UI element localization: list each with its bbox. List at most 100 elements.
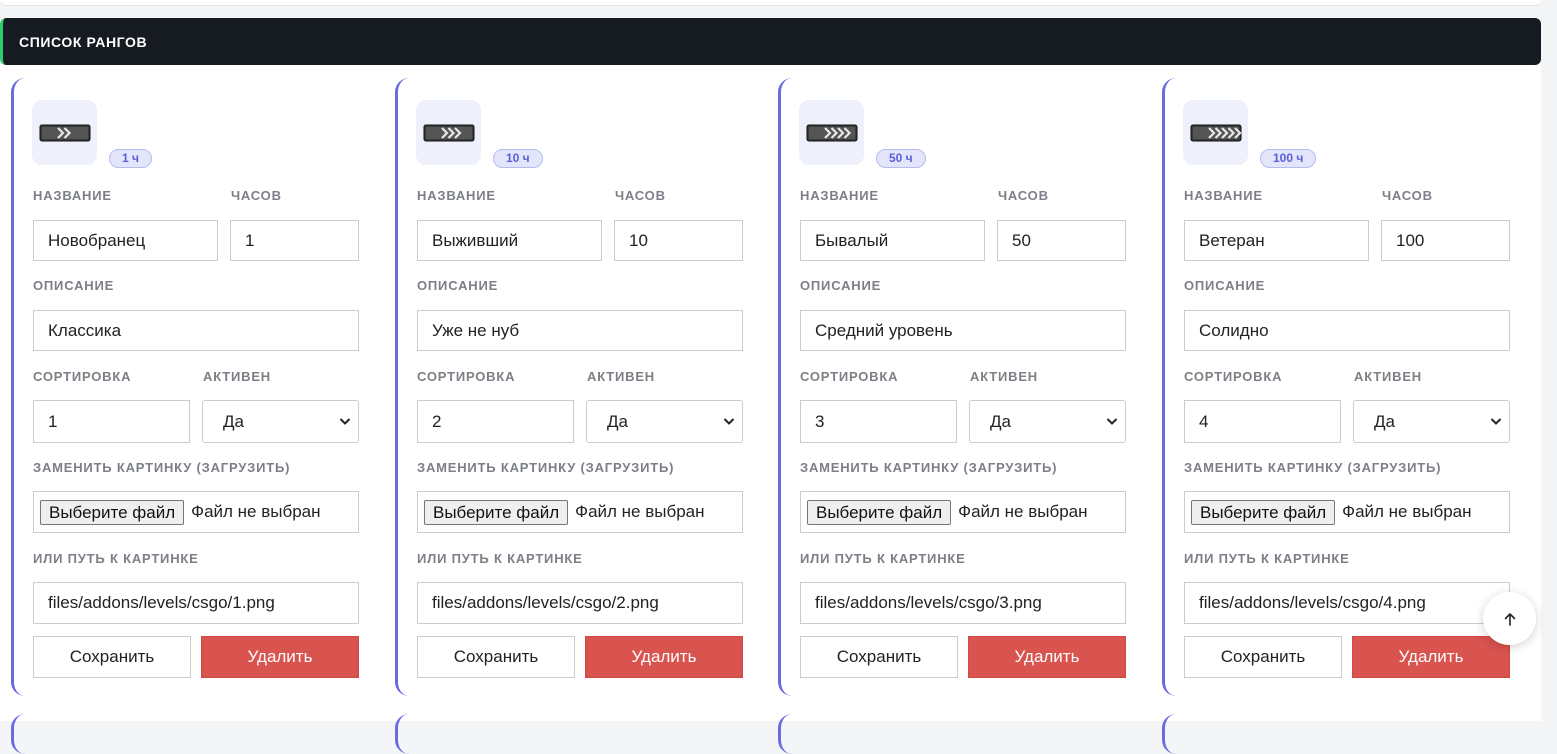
- sort-input[interactable]: 4: [1184, 400, 1341, 443]
- save-button[interactable]: Сохранить: [800, 636, 958, 678]
- image-file-input[interactable]: Выберите файл Файл не выбран: [800, 491, 1126, 533]
- sort-input[interactable]: 2: [417, 400, 574, 443]
- image-file-input[interactable]: Выберите файл Файл не выбран: [1184, 491, 1510, 533]
- choose-file-button[interactable]: Выберите файл: [424, 499, 569, 525]
- hours-input[interactable]: 50: [997, 220, 1126, 261]
- sort-input[interactable]: 3: [800, 400, 957, 443]
- rank-hours-badge: 10 ч: [493, 149, 543, 168]
- rank-hours-badge: 100 ч: [1260, 149, 1317, 168]
- rank-hours-badge: 1 ч: [109, 149, 152, 168]
- sort-input[interactable]: 1: [33, 400, 190, 443]
- choose-file-button[interactable]: Выберите файл: [1191, 499, 1336, 525]
- name-label: НАЗВАНИЕ: [1184, 188, 1263, 203]
- image-path-input[interactable]: files/addons/levels/csgo/3.png: [800, 582, 1126, 624]
- replace-image-label: ЗАМЕНИТЬ КАРТИНКУ (ЗАГРУЗИТЬ): [33, 460, 291, 475]
- save-button[interactable]: Сохранить: [1184, 636, 1342, 678]
- panel-header: СПИСОК РАНГОВ: [0, 18, 1541, 65]
- rank-3-chevrons-icon: [806, 124, 857, 141]
- name-label: НАЗВАНИЕ: [800, 188, 879, 203]
- active-select[interactable]: Да: [202, 400, 359, 443]
- no-file-text: Файл не выбран: [575, 502, 705, 521]
- name-label: НАЗВАНИЕ: [417, 188, 496, 203]
- rank-image-thumb: [416, 100, 481, 165]
- save-button[interactable]: Сохранить: [417, 636, 575, 678]
- description-input[interactable]: Классика: [33, 310, 359, 351]
- rank-card: 100 ч НАЗВАНИЕ ЧАСОВ Ветеран 100 ОПИСАНИ…: [1162, 78, 1529, 696]
- rank-image-thumb: [1183, 100, 1248, 165]
- name-input[interactable]: Бывалый: [800, 220, 985, 261]
- next-rank-card-edge: [395, 714, 762, 754]
- arrow-up-icon: [1504, 612, 1515, 626]
- description-label: ОПИСАНИЕ: [417, 278, 499, 293]
- chevron-down-icon: [723, 418, 735, 425]
- name-input[interactable]: Новобранец: [33, 220, 218, 261]
- image-path-label: ИЛИ ПУТЬ К КАРТИНКЕ: [417, 551, 583, 566]
- image-path-label: ИЛИ ПУТЬ К КАРТИНКЕ: [800, 551, 966, 566]
- image-path-input[interactable]: files/addons/levels/csgo/2.png: [417, 582, 743, 624]
- next-rank-card-edge: [1162, 714, 1529, 754]
- chevron-down-icon: [339, 418, 351, 425]
- active-select-value: Да: [223, 411, 244, 431]
- chevron-down-icon: [1490, 418, 1502, 425]
- sort-label: СОРТИРОВКА: [33, 369, 132, 384]
- top-strip: [0, 0, 1541, 6]
- description-label: ОПИСАНИЕ: [1184, 278, 1266, 293]
- chevron-down-icon: [1106, 418, 1118, 425]
- delete-button[interactable]: Удалить: [201, 636, 359, 678]
- active-select[interactable]: Да: [969, 400, 1126, 443]
- hours-label: ЧАСОВ: [615, 188, 666, 203]
- panel-title: СПИСОК РАНГОВ: [19, 33, 148, 50]
- description-input[interactable]: Солидно: [1184, 310, 1510, 351]
- name-input[interactable]: Ветеран: [1184, 220, 1369, 261]
- description-input[interactable]: Уже не нуб: [417, 310, 743, 351]
- replace-image-label: ЗАМЕНИТЬ КАРТИНКУ (ЗАГРУЗИТЬ): [417, 460, 675, 475]
- hours-input[interactable]: 100: [1381, 220, 1510, 261]
- hours-label: ЧАСОВ: [1382, 188, 1433, 203]
- active-select-value: Да: [1374, 411, 1395, 431]
- image-path-label: ИЛИ ПУТЬ К КАРТИНКЕ: [1184, 551, 1350, 566]
- delete-button[interactable]: Удалить: [1352, 636, 1510, 678]
- no-file-text: Файл не выбран: [958, 502, 1088, 521]
- sort-label: СОРТИРОВКА: [1184, 369, 1283, 384]
- rank-image-thumb: [799, 100, 864, 165]
- description-input[interactable]: Средний уровень: [800, 310, 1126, 351]
- hours-input[interactable]: 1: [230, 220, 359, 261]
- active-select-value: Да: [990, 411, 1011, 431]
- delete-button[interactable]: Удалить: [968, 636, 1126, 678]
- rank-card: 10 ч НАЗВАНИЕ ЧАСОВ Выживший 10 ОПИСАНИЕ…: [395, 78, 762, 696]
- active-label: АКТИВЕН: [203, 369, 271, 384]
- next-rank-card-edge: [11, 714, 378, 754]
- sort-label: СОРТИРОВКА: [417, 369, 516, 384]
- save-button[interactable]: Сохранить: [33, 636, 191, 678]
- scroll-top-button[interactable]: [1483, 592, 1536, 645]
- rank-card: 50 ч НАЗВАНИЕ ЧАСОВ Бывалый 50 ОПИСАНИЕ …: [778, 78, 1145, 696]
- sort-label: СОРТИРОВКА: [800, 369, 899, 384]
- rank-4-chevrons-icon: [1190, 124, 1242, 141]
- replace-image-label: ЗАМЕНИТЬ КАРТИНКУ (ЗАГРУЗИТЬ): [1184, 460, 1442, 475]
- rank-hours-badge: 50 ч: [876, 149, 926, 168]
- no-file-text: Файл не выбран: [1342, 502, 1472, 521]
- active-select-value: Да: [607, 411, 628, 431]
- rank-2-chevrons-icon: [423, 124, 474, 141]
- active-select[interactable]: Да: [1353, 400, 1510, 443]
- active-label: АКТИВЕН: [587, 369, 655, 384]
- name-input[interactable]: Выживший: [417, 220, 602, 261]
- choose-file-button[interactable]: Выберите файл: [40, 499, 185, 525]
- active-select[interactable]: Да: [586, 400, 743, 443]
- image-path-input[interactable]: files/addons/levels/csgo/4.png: [1184, 582, 1510, 624]
- name-label: НАЗВАНИЕ: [33, 188, 112, 203]
- page-scroll-track[interactable]: [1541, 18, 1557, 721]
- replace-image-label: ЗАМЕНИТЬ КАРТИНКУ (ЗАГРУЗИТЬ): [800, 460, 1058, 475]
- description-label: ОПИСАНИЕ: [800, 278, 882, 293]
- image-file-input[interactable]: Выберите файл Файл не выбран: [33, 491, 359, 533]
- rank-1-chevrons-icon: [39, 124, 90, 141]
- hours-input[interactable]: 10: [614, 220, 743, 261]
- image-file-input[interactable]: Выберите файл Файл не выбран: [417, 491, 743, 533]
- no-file-text: Файл не выбран: [191, 502, 321, 521]
- choose-file-button[interactable]: Выберите файл: [807, 499, 952, 525]
- hours-label: ЧАСОВ: [998, 188, 1049, 203]
- image-path-input[interactable]: files/addons/levels/csgo/1.png: [33, 582, 359, 624]
- rank-image-thumb: [32, 100, 97, 165]
- hours-label: ЧАСОВ: [231, 188, 282, 203]
- delete-button[interactable]: Удалить: [585, 636, 743, 678]
